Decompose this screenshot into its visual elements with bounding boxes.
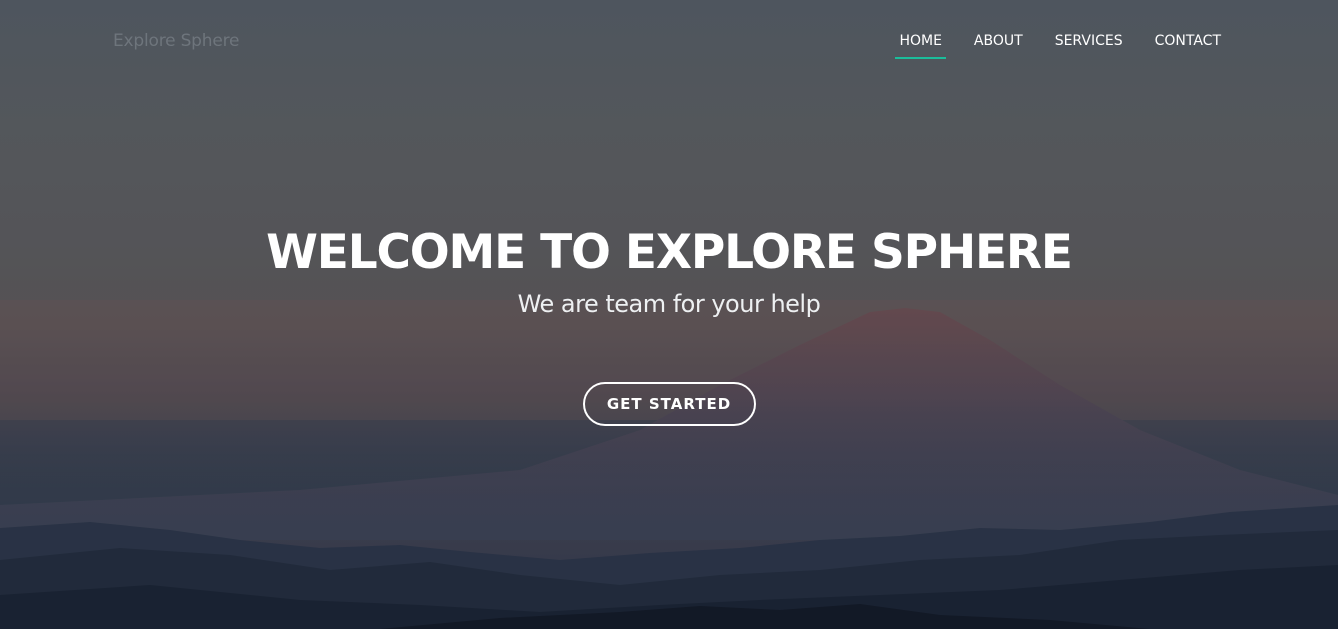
nav-item-about[interactable]: ABOUT [970,32,1027,50]
hero-subtitle: We are team for your help [517,290,821,318]
nav-item-services[interactable]: SERVICES [1051,32,1127,50]
hero-content: WELCOME TO EXPLORE SPHERE We are team fo… [0,222,1338,426]
hero-section: Explore Sphere HOME ABOUT SERVICES CONTA… [0,0,1338,629]
main-nav: HOME ABOUT SERVICES CONTACT [871,32,1225,59]
site-logo[interactable]: Explore Sphere [113,31,239,51]
nav-item-contact[interactable]: CONTACT [1151,32,1225,50]
hero-title: WELCOME TO EXPLORE SPHERE [266,225,1073,280]
get-started-button[interactable]: GET STARTED [582,382,756,426]
nav-item-home[interactable]: HOME [895,32,947,59]
